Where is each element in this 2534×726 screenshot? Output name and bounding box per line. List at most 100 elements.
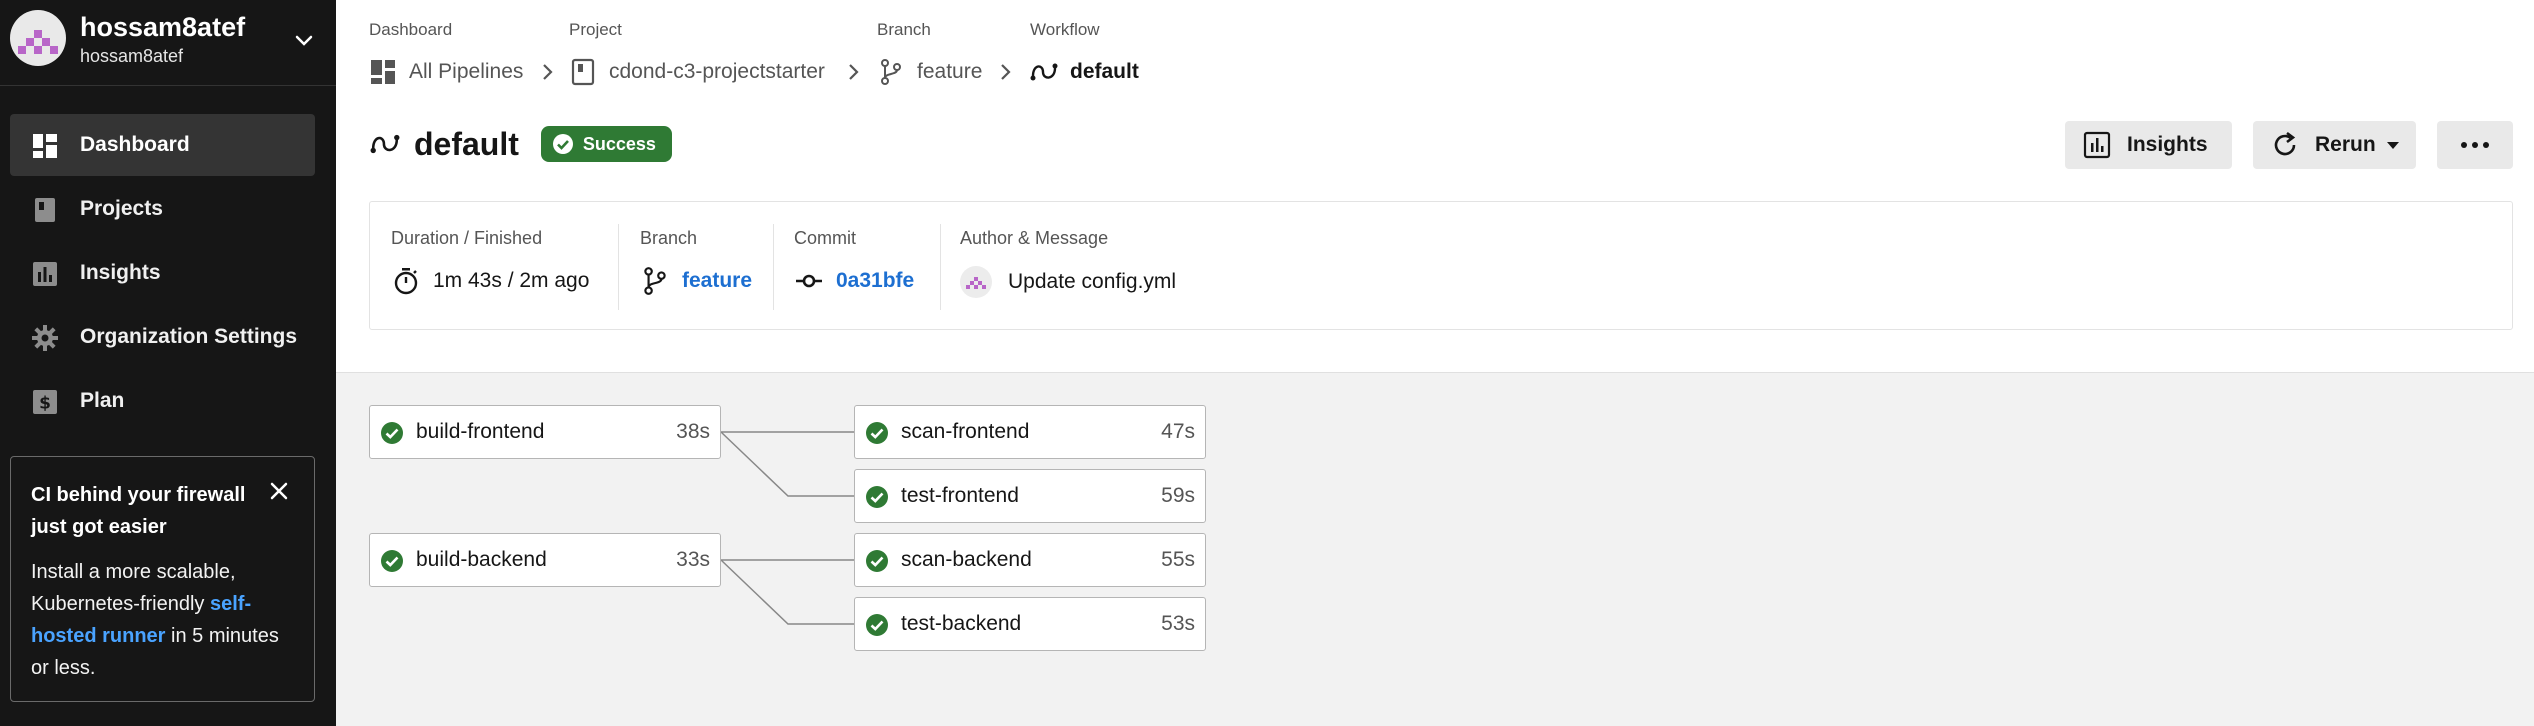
commit-link[interactable]: 0a31bfe — [836, 269, 914, 293]
breadcrumb-label: Dashboard — [369, 20, 453, 39]
dashboard-icon — [33, 134, 57, 158]
rerun-button[interactable]: Rerun — [2253, 121, 2416, 169]
job-name: test-frontend — [901, 484, 1019, 507]
check-circle-icon — [866, 550, 888, 572]
button-label: Insights — [2127, 133, 2208, 156]
check-circle-icon — [866, 486, 888, 508]
sidebar-item-label: Projects — [80, 197, 163, 220]
user-name: hossam8atef — [80, 12, 246, 42]
sidebar-item-label: Dashboard — [80, 133, 190, 156]
sidebar: hossam8atef hossam8atef Dashboard Projec… — [0, 0, 336, 726]
branch-icon — [881, 59, 901, 85]
breadcrumb-project[interactable]: cdond-c3-projectstarter — [569, 58, 825, 86]
chevron-right-icon — [849, 64, 859, 80]
promo-body: Install a more scalable, Kubernetes-frie… — [31, 556, 294, 684]
svg-text:$: $ — [39, 394, 51, 414]
workflow-icon — [370, 134, 400, 154]
breadcrumb-label: Branch — [877, 20, 931, 39]
promo-title: CI behind your firewall just got easier — [31, 484, 246, 538]
breadcrumb-text: cdond-c3-projectstarter — [609, 60, 825, 83]
meta-value: Update config.yml — [960, 266, 1176, 298]
check-circle-icon — [381, 422, 403, 444]
breadcrumb-label: Workflow — [1030, 20, 1100, 39]
check-circle-icon — [552, 134, 573, 154]
caret-down-icon — [2386, 142, 2399, 149]
connector — [720, 559, 854, 625]
job-duration: 53s — [1161, 612, 1195, 635]
workflow-icon — [1030, 63, 1058, 81]
refresh-icon — [2274, 131, 2296, 156]
job-duration: 38s — [676, 420, 710, 443]
more-icon — [2461, 142, 2489, 148]
dollar-icon: $ — [33, 390, 57, 414]
breadcrumb-all-pipelines[interactable]: All Pipelines — [369, 58, 523, 86]
duration-value: 1m 43s / 2m ago — [433, 269, 590, 292]
sidebar-item-insights[interactable]: Insights — [10, 242, 315, 304]
job-scan-backend[interactable]: scan-backend 55s — [854, 533, 1206, 587]
breadcrumb-text: default — [1070, 60, 1139, 83]
job-duration: 55s — [1161, 548, 1195, 571]
workflow-title-row: default Success — [370, 122, 672, 166]
connector — [720, 431, 854, 497]
promo-text: Install a more scalable, Kubernetes-frie… — [31, 561, 236, 615]
job-name: test-backend — [901, 612, 1022, 635]
meta-label: Commit — [794, 228, 856, 248]
page-title: default — [414, 125, 519, 162]
job-name: scan-frontend — [901, 420, 1030, 443]
divider — [940, 224, 941, 310]
gear-icon — [32, 325, 58, 351]
workflow-meta-card: Duration / Finished 1m 43s / 2m ago Bran… — [369, 201, 2513, 330]
sidebar-item-label: Plan — [80, 389, 125, 412]
check-circle-icon — [866, 422, 888, 444]
job-test-frontend[interactable]: test-frontend 59s — [854, 469, 1206, 523]
breadcrumb-text: All Pipelines — [409, 60, 524, 83]
job-scan-frontend[interactable]: scan-frontend 47s — [854, 405, 1206, 459]
meta-value: 1m 43s / 2m ago — [391, 266, 589, 296]
meta-value: 0a31bfe — [794, 266, 914, 296]
breadcrumb-branch[interactable]: feature — [877, 58, 982, 86]
button-label: Rerun — [2315, 133, 2376, 156]
branch-icon — [644, 267, 666, 295]
book-icon — [35, 198, 55, 222]
insights-button[interactable]: Insights — [2065, 121, 2232, 169]
book-icon — [571, 58, 595, 86]
breadcrumb-text: feature — [917, 60, 983, 83]
insights-icon — [33, 262, 57, 286]
stopwatch-icon — [394, 268, 418, 295]
sidebar-item-dashboard[interactable]: Dashboard — [10, 114, 315, 176]
pipeline-graph: build-frontend 38s scan-frontend 47s tes… — [336, 372, 2534, 726]
commit-message: Update config.yml — [1008, 270, 1177, 293]
job-name: build-backend — [416, 548, 547, 571]
workflow-header: Dashboard All Pipelines Project cdond-c3… — [336, 0, 2534, 372]
sidebar-item-projects[interactable]: Projects — [10, 178, 315, 240]
chevron-down-icon[interactable] — [292, 28, 316, 52]
sidebar-item-plan[interactable]: $ Plan — [10, 370, 315, 432]
sidebar-item-label: Insights — [80, 261, 161, 284]
avatar — [10, 10, 66, 66]
meta-label: Duration / Finished — [391, 228, 543, 248]
breadcrumb-workflow[interactable]: default — [1030, 58, 1139, 86]
more-options-button[interactable] — [2437, 121, 2513, 169]
job-duration: 59s — [1161, 484, 1195, 507]
commit-icon — [796, 274, 822, 288]
meta-label: Branch — [640, 228, 698, 248]
status-badge: Success — [540, 126, 672, 162]
close-icon[interactable] — [265, 477, 293, 505]
job-duration: 33s — [676, 548, 710, 571]
check-circle-icon — [381, 550, 403, 572]
chevron-right-icon — [543, 64, 553, 80]
status-text: Success — [582, 133, 656, 154]
insights-icon — [2083, 131, 2111, 159]
sidebar-item-organization-settings[interactable]: Organization Settings — [10, 306, 315, 368]
job-build-backend[interactable]: build-backend 33s — [369, 533, 721, 587]
job-test-backend[interactable]: test-backend 53s — [854, 597, 1206, 651]
divider — [618, 224, 619, 310]
user-username: hossam8atef — [80, 46, 184, 66]
promo-card: CI behind your firewall just got easier … — [10, 456, 315, 702]
chevron-right-icon — [1001, 64, 1011, 80]
user-menu[interactable]: hossam8atef hossam8atef — [0, 0, 336, 86]
job-build-frontend[interactable]: build-frontend 38s — [369, 405, 721, 459]
branch-link[interactable]: feature — [682, 269, 752, 293]
sidebar-item-label: Organization Settings — [80, 325, 298, 348]
meta-label: Author & Message — [960, 228, 1109, 248]
